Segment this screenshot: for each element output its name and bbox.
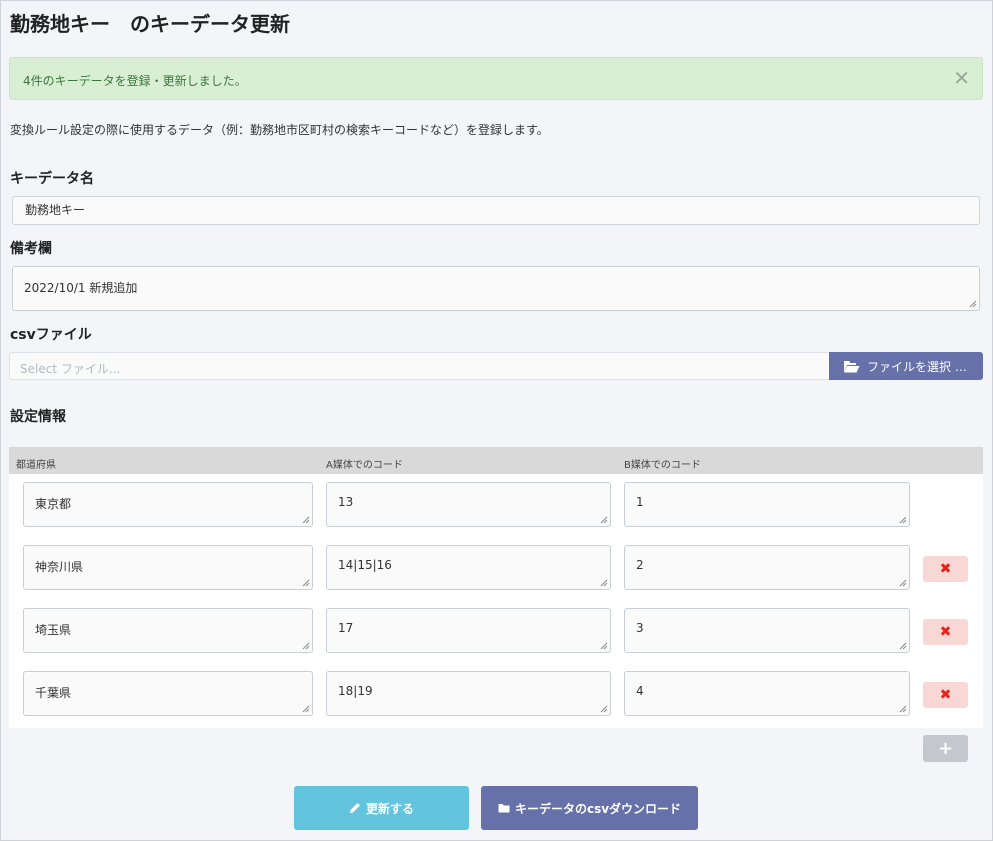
resize-grip-icon[interactable]	[600, 516, 608, 524]
row-1-code-a: 13	[338, 495, 354, 509]
choose-file-button[interactable]: ファイルを選択 …	[829, 352, 983, 380]
row-4-prefecture-textarea[interactable]: 千葉県	[23, 671, 313, 716]
key-name-input[interactable]: 勤務地キー	[12, 196, 980, 225]
row-2-delete-button[interactable]: ✖	[923, 556, 968, 582]
pencil-icon	[349, 803, 360, 813]
resize-grip-icon[interactable]	[899, 579, 907, 587]
add-row-button[interactable]: +	[923, 735, 968, 762]
remarks-text: 2022/10/1 新規追加	[24, 281, 138, 295]
resize-grip-icon[interactable]	[899, 516, 907, 524]
resize-grip-icon[interactable]	[600, 642, 608, 650]
resize-grip-icon[interactable]	[600, 705, 608, 713]
column-header-code-a: A媒体でのコード	[326, 460, 403, 471]
row-3-code-a: 17	[338, 621, 354, 635]
row-2-code-a: 14|15|16	[338, 558, 392, 572]
times-icon: ✖	[939, 561, 952, 577]
resize-grip-icon[interactable]	[899, 642, 907, 650]
close-icon[interactable]: ✕	[953, 67, 970, 89]
row-4-code-a: 18|19	[338, 684, 373, 698]
row-3-prefecture: 埼玉県	[35, 623, 72, 637]
success-alert: 4件のキーデータを登録・更新しました。 ✕	[9, 57, 983, 100]
row-1-code-b: 1	[636, 495, 644, 509]
download-csv-button[interactable]: キーデータのcsvダウンロード	[481, 786, 698, 830]
row-3-code-b-textarea[interactable]: 3	[624, 608, 910, 653]
row-2-code-b: 2	[636, 558, 644, 572]
csv-file-label: csvファイル	[10, 327, 92, 343]
resize-grip-icon[interactable]	[969, 300, 977, 308]
row-4-delete-button[interactable]: ✖	[923, 682, 968, 708]
row-3-prefecture-textarea[interactable]: 埼玉県	[23, 608, 313, 653]
row-4-code-b-textarea[interactable]: 4	[624, 671, 910, 716]
resize-grip-icon[interactable]	[302, 579, 310, 587]
page-title: 勤務地キー のキーデータ更新	[10, 12, 290, 36]
row-2-code-b-textarea[interactable]: 2	[624, 545, 910, 590]
settings-label: 設定情報	[10, 409, 66, 425]
row-1-code-a-textarea[interactable]: 13	[326, 482, 611, 527]
remarks-textarea[interactable]: 2022/10/1 新規追加	[12, 266, 980, 311]
folder-open-icon	[844, 360, 860, 372]
plus-icon: +	[937, 738, 954, 759]
update-button[interactable]: 更新する	[294, 786, 469, 830]
table-header: 都道府県 A媒体でのコード B媒体でのコード	[9, 447, 983, 474]
page-frame: 勤務地キー のキーデータ更新 4件のキーデータを登録・更新しました。 ✕ 変換ル…	[0, 0, 993, 841]
alert-message: 4件のキーデータを登録・更新しました。	[23, 74, 247, 88]
row-2-prefecture-textarea[interactable]: 神奈川県	[23, 545, 313, 590]
settings-table: 都道府県 A媒体でのコード B媒体でのコード 東京都 13 1 神奈川県 14|…	[9, 447, 983, 728]
csv-file-input[interactable]: Select ファイル...	[9, 352, 830, 380]
csv-file-placeholder: Select ファイル...	[20, 362, 121, 376]
remarks-label: 備考欄	[10, 241, 52, 257]
row-3-code-b: 3	[636, 621, 644, 635]
row-4-prefecture: 千葉県	[35, 686, 72, 700]
row-3-code-a-textarea[interactable]: 17	[326, 608, 611, 653]
row-2-prefecture: 神奈川県	[35, 560, 84, 574]
page-description: 変換ルール設定の際に使用するデータ（例：勤務地市区町村の検索キーコードなど）を登…	[10, 123, 549, 137]
update-button-label: 更新する	[365, 801, 414, 816]
folder-icon	[498, 804, 510, 813]
times-icon: ✖	[939, 687, 952, 703]
row-4-code-a-textarea[interactable]: 18|19	[326, 671, 611, 716]
column-header-prefecture: 都道府県	[16, 460, 56, 471]
row-1-prefecture: 東京都	[35, 497, 72, 511]
resize-grip-icon[interactable]	[600, 579, 608, 587]
times-icon: ✖	[939, 624, 952, 640]
column-header-code-b: B媒体でのコード	[624, 460, 701, 471]
row-1-code-b-textarea[interactable]: 1	[624, 482, 910, 527]
row-1-prefecture-textarea[interactable]: 東京都	[23, 482, 313, 527]
resize-grip-icon[interactable]	[899, 705, 907, 713]
row-3-delete-button[interactable]: ✖	[923, 619, 968, 645]
choose-file-label: ファイルを選択 …	[867, 359, 967, 374]
resize-grip-icon[interactable]	[302, 642, 310, 650]
resize-grip-icon[interactable]	[302, 516, 310, 524]
row-2-code-a-textarea[interactable]: 14|15|16	[326, 545, 611, 590]
resize-grip-icon[interactable]	[302, 705, 310, 713]
row-4-code-b: 4	[636, 684, 644, 698]
key-name-label: キーデータ名	[10, 171, 94, 187]
download-csv-button-label: キーデータのcsvダウンロード	[514, 801, 682, 816]
